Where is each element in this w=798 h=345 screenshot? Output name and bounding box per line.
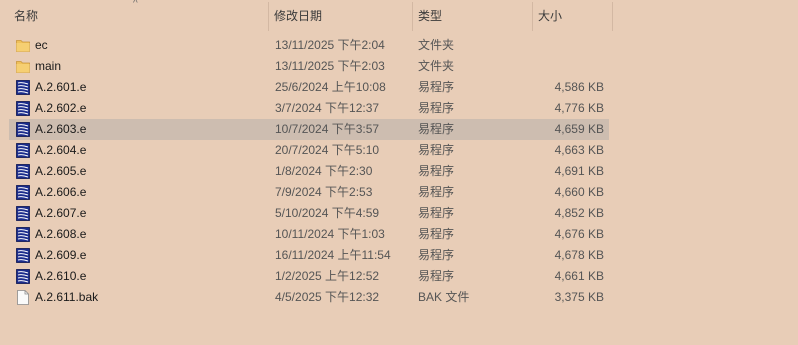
file-row[interactable]: A.2.610.e 1/2/2025 上午12:52 易程序 4,661 KB xyxy=(9,266,609,287)
file-date: 4/5/2025 下午12:32 xyxy=(275,290,380,304)
e-program-icon xyxy=(16,101,30,116)
file-type: BAK 文件 xyxy=(418,290,470,304)
file-size: 4,663 KB xyxy=(554,143,604,157)
file-row[interactable]: A.2.605.e 1/8/2024 下午2:30 易程序 4,691 KB xyxy=(9,161,609,182)
sort-ascending-icon: ^ xyxy=(133,0,138,9)
file-type: 易程序 xyxy=(418,101,455,115)
file-row[interactable]: A.2.607.e 5/10/2024 下午4:59 易程序 4,852 KB xyxy=(9,203,609,224)
file-name: A.2.605.e xyxy=(35,164,87,178)
file-date: 7/9/2024 下午2:53 xyxy=(275,185,373,199)
file-type: 易程序 xyxy=(418,164,455,178)
file-name: A.2.602.e xyxy=(35,101,87,115)
file-date: 10/7/2024 下午3:57 xyxy=(275,122,380,136)
file-type: 文件夹 xyxy=(418,59,455,73)
file-row[interactable]: A.2.609.e 16/11/2024 上午11:54 易程序 4,678 K… xyxy=(9,245,609,266)
file-size: 4,660 KB xyxy=(554,185,604,199)
file-date: 13/11/2025 下午2:03 xyxy=(275,59,385,73)
column-header-size[interactable]: 大小 xyxy=(533,0,611,33)
file-row[interactable]: A.2.602.e 3/7/2024 下午12:37 易程序 4,776 KB xyxy=(9,98,609,119)
file-name: A.2.601.e xyxy=(35,80,87,94)
file-row[interactable]: A.2.601.e 25/6/2024 上午10:08 易程序 4,586 KB xyxy=(9,77,609,98)
column-header-type[interactable]: 类型 xyxy=(413,0,531,33)
file-name: A.2.607.e xyxy=(35,206,87,220)
file-size: 4,776 KB xyxy=(554,101,604,115)
file-type: 易程序 xyxy=(418,206,455,220)
column-header-bar: 名称 ^ 修改日期 类型 大小 xyxy=(0,0,798,33)
e-program-icon xyxy=(16,122,30,137)
e-program-icon xyxy=(16,269,30,284)
e-program-icon xyxy=(16,143,30,158)
file-name: A.2.610.e xyxy=(35,269,87,283)
file-type: 文件夹 xyxy=(418,38,455,52)
file-type: 易程序 xyxy=(418,185,455,199)
file-row[interactable]: A.2.608.e 10/11/2024 下午1:03 易程序 4,676 KB xyxy=(9,224,609,245)
file-date: 3/7/2024 下午12:37 xyxy=(275,101,380,115)
column-header-date[interactable]: 修改日期 xyxy=(269,0,411,33)
file-type: 易程序 xyxy=(418,122,455,136)
file-row[interactable]: ec 13/11/2025 下午2:04 文件夹 xyxy=(9,35,609,56)
file-name: A.2.603.e xyxy=(35,122,87,136)
file-name: ec xyxy=(35,38,48,52)
file-name: A.2.609.e xyxy=(35,248,87,262)
file-type: 易程序 xyxy=(418,227,455,241)
file-row[interactable]: A.2.604.e 20/7/2024 下午5:10 易程序 4,663 KB xyxy=(9,140,609,161)
file-name: A.2.606.e xyxy=(35,185,87,199)
file-size: 4,661 KB xyxy=(554,269,604,283)
file-size: 4,659 KB xyxy=(554,122,604,136)
file-name: A.2.611.bak xyxy=(35,290,99,304)
file-date: 16/11/2024 上午11:54 xyxy=(275,248,391,262)
folder-icon xyxy=(16,38,30,53)
e-program-icon xyxy=(16,227,30,242)
file-size: 4,586 KB xyxy=(554,80,604,94)
generic-file-icon xyxy=(16,290,30,305)
e-program-icon xyxy=(16,248,30,263)
file-type: 易程序 xyxy=(418,80,455,94)
file-row[interactable]: A.2.606.e 7/9/2024 下午2:53 易程序 4,660 KB xyxy=(9,182,609,203)
e-program-icon xyxy=(16,206,30,221)
folder-icon xyxy=(16,59,30,74)
file-date: 13/11/2025 下午2:04 xyxy=(275,38,385,52)
file-date: 20/7/2024 下午5:10 xyxy=(275,143,380,157)
file-size: 4,691 KB xyxy=(554,164,604,178)
file-date: 1/2/2025 上午12:52 xyxy=(275,269,380,283)
file-date: 10/11/2024 下午1:03 xyxy=(275,227,385,241)
file-size: 3,375 KB xyxy=(554,290,604,304)
file-name: main xyxy=(35,59,62,73)
file-date: 25/6/2024 上午10:08 xyxy=(275,80,386,94)
file-date: 5/10/2024 下午4:59 xyxy=(275,206,380,220)
column-header-name[interactable]: 名称 xyxy=(9,0,267,33)
file-name: A.2.604.e xyxy=(35,143,87,157)
file-row[interactable]: A.2.611.bak 4/5/2025 下午12:32 BAK 文件 3,37… xyxy=(9,287,609,308)
file-name: A.2.608.e xyxy=(35,227,87,241)
file-size: 4,852 KB xyxy=(554,206,604,220)
file-row-selected[interactable]: A.2.603.e 10/7/2024 下午3:57 易程序 4,659 KB xyxy=(9,119,609,140)
file-size: 4,676 KB xyxy=(554,227,604,241)
file-size: 4,678 KB xyxy=(554,248,604,262)
e-program-icon xyxy=(16,80,30,95)
e-program-icon xyxy=(16,164,30,179)
file-type: 易程序 xyxy=(418,248,455,262)
column-divider[interactable] xyxy=(612,2,613,31)
file-type: 易程序 xyxy=(418,143,455,157)
file-row[interactable]: main 13/11/2025 下午2:03 文件夹 xyxy=(9,56,609,77)
e-program-icon xyxy=(16,185,30,200)
file-type: 易程序 xyxy=(418,269,455,283)
file-date: 1/8/2024 下午2:30 xyxy=(275,164,373,178)
